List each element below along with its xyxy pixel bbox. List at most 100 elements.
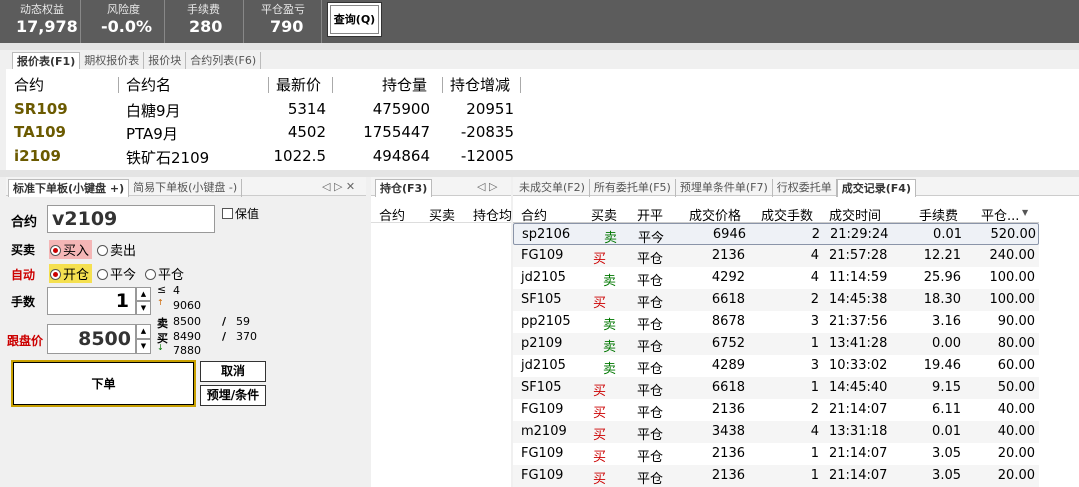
tab-quote-table[interactable]: 报价表(F1) [12, 52, 81, 70]
quote-code: TA109 [14, 123, 66, 141]
trade-row[interactable]: SF105 买 平仓 6618 1 14:45:40 9.15 50.00 [513, 377, 1039, 399]
trade-qty: 4 [810, 248, 819, 263]
trade-code: SF105 [521, 292, 562, 307]
trade-oc: 平仓 [637, 252, 664, 267]
tab-scroll-arrows-icon[interactable]: ◁ ▷ ✕ [322, 180, 355, 193]
tab-simple-order[interactable]: 简易下单板(小键盘 -) [129, 179, 243, 197]
tab-contract-list[interactable]: 合约列表(F6) [186, 52, 262, 70]
open-label: 开仓 [63, 268, 90, 283]
query-button[interactable]: 查询(Q) [327, 2, 382, 37]
radio-icon [97, 245, 108, 256]
sell-radio[interactable]: 卖出 [97, 240, 136, 259]
price-label: 跟盘价 [7, 334, 44, 348]
tab-option-quote[interactable]: 期权报价表 [80, 52, 145, 70]
qty-up-arrow-icon[interactable]: ▲ [136, 287, 151, 301]
trade-time: 14:45:38 [829, 292, 888, 307]
bid-price: 8490 [173, 330, 201, 343]
header-open-interest[interactable]: 持仓量 [382, 74, 427, 95]
trade-pnl: 100.00 [989, 292, 1036, 307]
trade-row[interactable]: FG109 买 平仓 2136 1 21:14:07 3.05 20.00 [513, 465, 1039, 487]
trade-qty: 3 [810, 314, 819, 329]
trade-row[interactable]: sp2106 卖 平今 6946 2 21:29:24 0.01 520.00 [513, 223, 1039, 246]
trade-side: 买 [593, 296, 607, 311]
column-divider [268, 77, 269, 93]
trade-pnl: 80.00 [997, 336, 1035, 351]
tab-conditional-orders[interactable]: 预埋单条件单(F7) [676, 179, 773, 197]
trade-row[interactable]: p2109 卖 平仓 6752 1 13:41:28 0.00 80.00 [513, 333, 1039, 355]
trade-row[interactable]: SF105 买 平仓 6618 2 14:45:38 18.30 100.00 [513, 289, 1039, 311]
trade-price: 2136 [711, 248, 745, 263]
tab-standard-order[interactable]: 标准下单板(小键盘 +) [8, 179, 130, 197]
header-oi-change[interactable]: 持仓增减 [450, 74, 510, 95]
price-down-arrow-icon[interactable]: ▼ [136, 339, 151, 354]
quote-table: 合约 合约名 最新价 持仓量 持仓增减 SR109 白糖9月 5314 4759… [6, 69, 1079, 170]
contract-input[interactable]: v2109 [47, 205, 215, 233]
trade-time: 21:37:56 [829, 314, 888, 329]
trade-fee: 19.46 [923, 358, 961, 373]
price-up-arrow-icon[interactable]: ▲ [136, 324, 151, 339]
tab-scroll-arrows-icon[interactable]: ◁ ▷ [477, 180, 497, 193]
trade-row[interactable]: pp2105 卖 平仓 8678 3 21:37:56 3.16 90.00 [513, 311, 1039, 333]
trade-row[interactable]: m2109 买 平仓 3438 4 13:31:18 0.01 40.00 [513, 421, 1039, 443]
trade-row[interactable]: jd2105 卖 平仓 4292 4 11:14:59 25.96 100.00 [513, 267, 1039, 289]
trade-qty: 1 [810, 336, 819, 351]
price-input[interactable]: 8500 [47, 324, 136, 354]
tab-all-orders[interactable]: 所有委托单(F5) [590, 179, 676, 197]
trade-qty: 4 [810, 270, 819, 285]
open-radio[interactable]: 开仓 [49, 264, 93, 283]
trade-pnl: 20.00 [997, 446, 1035, 461]
quote-code: i2109 [14, 147, 61, 165]
close-radio[interactable]: 平仓 [145, 264, 184, 283]
ask-price: 8500 [173, 315, 201, 328]
trade-time: 21:14:07 [829, 468, 888, 483]
trade-price: 2136 [711, 468, 745, 483]
trade-time: 13:31:18 [829, 424, 888, 439]
trade-code: sp2106 [522, 227, 571, 242]
tab-exercise-orders[interactable]: 行权委托单 [773, 179, 837, 197]
close-today-radio[interactable]: 平今 [97, 264, 136, 283]
ask-volume: 59 [236, 315, 250, 328]
trade-row[interactable]: FG109 买 平仓 2136 1 21:14:07 3.05 20.00 [513, 443, 1039, 465]
guarantee-checkbox[interactable]: 保值 [222, 205, 259, 222]
trade-qty: 1 [810, 468, 819, 483]
preorder-condition-button[interactable]: 预埋/条件 [200, 385, 266, 406]
quote-price: 1022.5 [273, 147, 327, 165]
trade-oc: 平仓 [637, 362, 664, 377]
tab-quote-block[interactable]: 报价块 [144, 52, 187, 70]
submit-order-button[interactable]: 下单 [11, 360, 196, 407]
trade-price: 2136 [711, 402, 745, 417]
header-last-price[interactable]: 最新价 [276, 74, 321, 95]
trade-price: 6946 [712, 227, 746, 242]
separator [0, 43, 1079, 50]
tab-unfilled-orders[interactable]: 未成交单(F2) [515, 179, 590, 197]
tab-positions[interactable]: 持仓(F3) [375, 179, 433, 197]
quote-oi-change: -20835 [460, 123, 514, 141]
trade-price: 6752 [711, 336, 745, 351]
limit-down-price: 7880 [173, 344, 201, 357]
qty-down-arrow-icon[interactable]: ▼ [136, 301, 151, 315]
contract-label: 合约 [11, 215, 38, 230]
buy-radio[interactable]: 买入 [49, 240, 93, 259]
order-panel: 合约 v2109 保值 买卖 买入 卖出 自动 开仓 平今 平仓 手数 1 ▲ … [6, 199, 366, 487]
header-contract-name[interactable]: 合约名 [126, 74, 171, 95]
trade-row[interactable]: jd2105 卖 平仓 4289 3 10:33:02 19.46 60.00 [513, 355, 1039, 377]
cancel-button[interactable]: 取消 [200, 361, 266, 382]
trade-code: jd2105 [521, 270, 566, 285]
trade-row[interactable]: FG109 买 平仓 2136 4 21:57:28 12.21 240.00 [513, 245, 1039, 267]
trade-row[interactable]: FG109 买 平仓 2136 2 21:14:07 6.11 40.00 [513, 399, 1039, 421]
trade-time: 21:14:07 [829, 402, 888, 417]
tab-trade-records[interactable]: 成交记录(F4) [836, 179, 916, 197]
ask-label: 卖 [157, 317, 168, 330]
trade-fee: 3.16 [932, 314, 961, 329]
trade-side: 卖 [603, 318, 617, 333]
trade-qty: 1 [810, 446, 819, 461]
quote-oi-change: 20951 [466, 100, 514, 118]
trade-time: 21:14:07 [829, 446, 888, 461]
side-label: 买卖 [11, 243, 36, 257]
column-divider [118, 77, 119, 93]
trade-price: 8678 [711, 314, 745, 329]
qty-input[interactable]: 1 [47, 287, 136, 315]
header-contract[interactable]: 合约 [14, 74, 44, 95]
sort-desc-icon[interactable]: ▼ [1022, 208, 1028, 217]
trade-oc: 平仓 [637, 472, 664, 487]
